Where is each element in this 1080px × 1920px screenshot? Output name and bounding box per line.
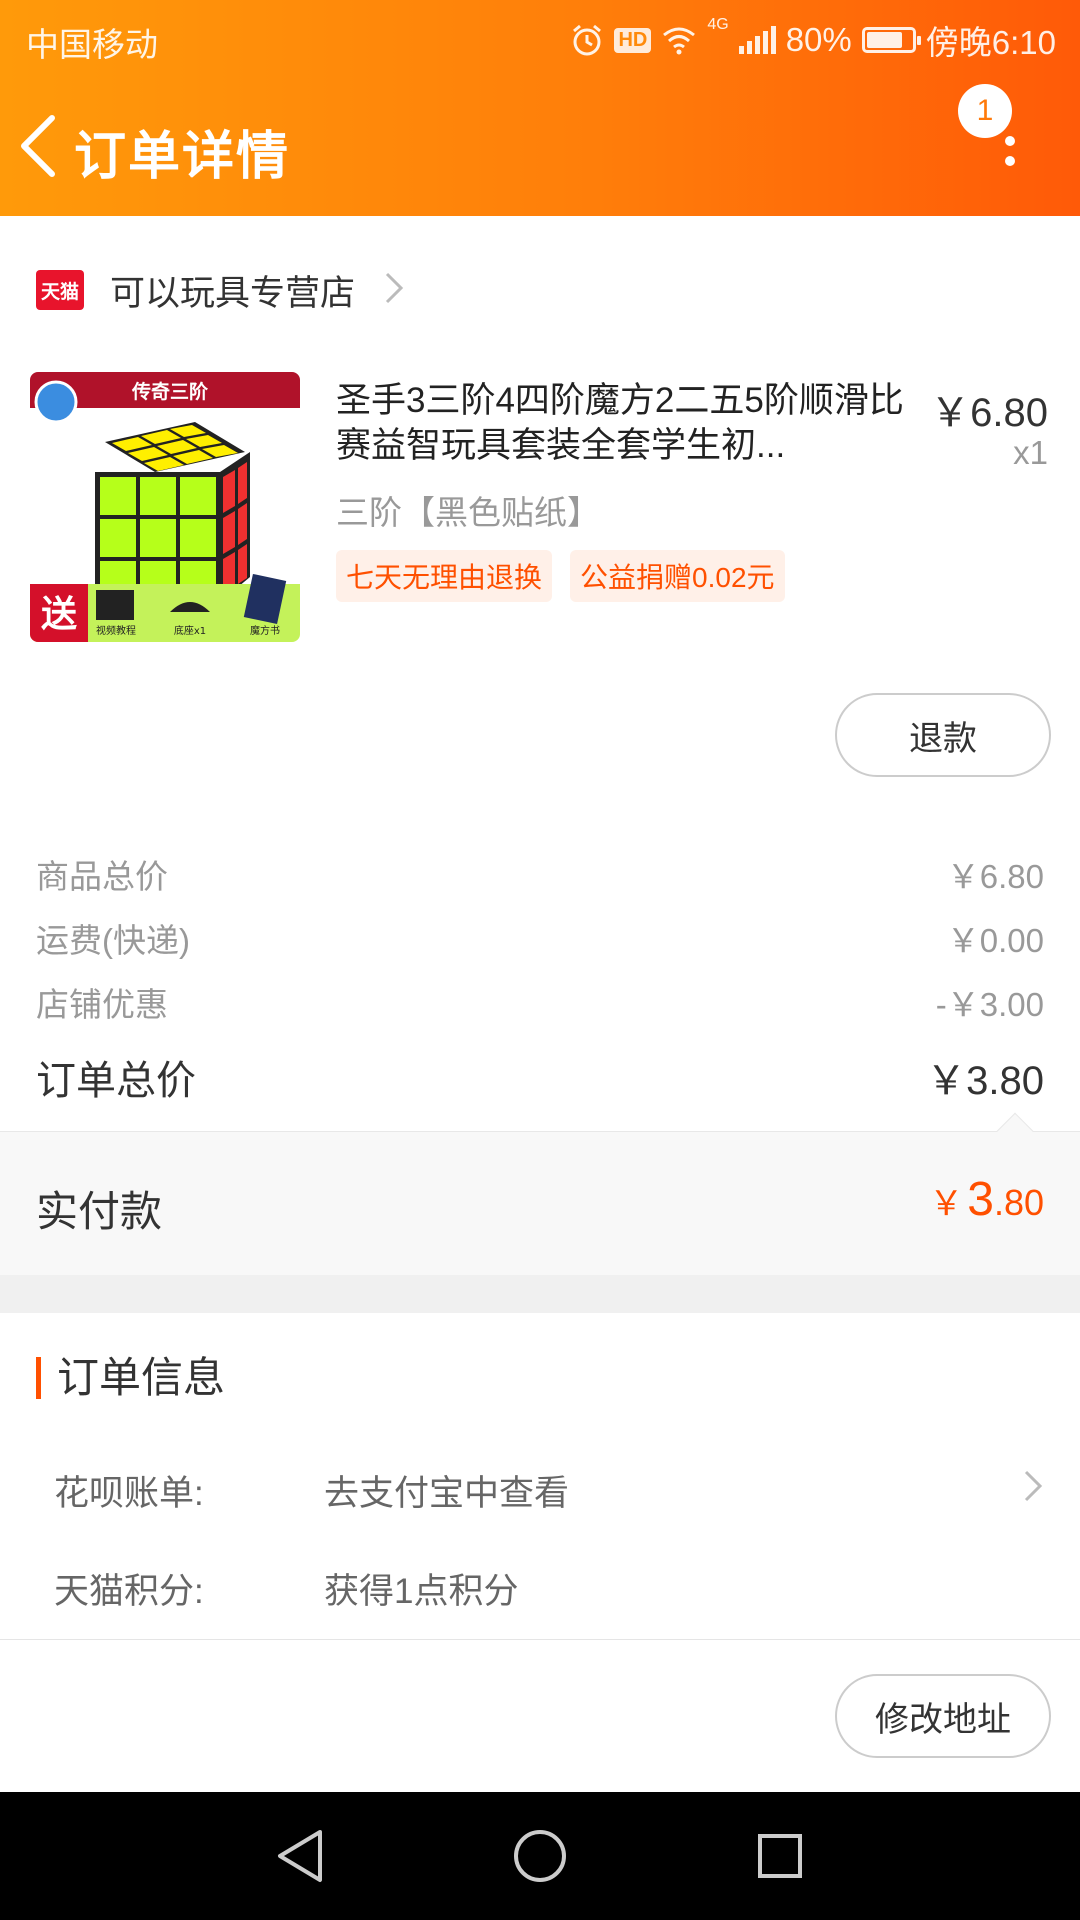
battery-percent: 80% — [785, 21, 852, 58]
product-price: ￥6.80 — [930, 391, 1048, 435]
paid-decimal: .80 — [993, 1182, 1044, 1223]
paid-integer: 3 — [967, 1173, 994, 1226]
chevron-right-icon — [1022, 1468, 1044, 1513]
back-arrow-icon — [21, 115, 55, 177]
shipping-row: 运费(快递) ￥0.00 — [36, 914, 1044, 962]
goods-total-row: 商品总价 ￥6.80 — [36, 850, 1044, 898]
paid-currency: ￥ — [929, 1185, 964, 1223]
network-type: 4G — [707, 16, 729, 33]
gift-item-video: 视频教程 — [96, 624, 136, 637]
back-button[interactable] — [14, 110, 66, 182]
caret-up-icon — [996, 1112, 1034, 1150]
circle-home-icon — [514, 1830, 566, 1882]
paid-label: 实付款 — [36, 1188, 163, 1235]
product-image[interactable]: 传奇三阶 送 视频教程 底座x1 魔方书 — [30, 372, 300, 642]
nav-recents-button[interactable] — [748, 1824, 812, 1888]
shipping-value: ￥0.00 — [946, 922, 1044, 959]
page-title: 订单详情 — [74, 128, 291, 186]
triangle-back-icon — [278, 1830, 322, 1882]
product-title[interactable]: 圣手3三阶4四阶魔方2二五5阶顺滑比赛益智玩具套装全套学生初... — [336, 378, 916, 468]
points-label: 天猫积分: — [54, 1572, 204, 1611]
modify-address-button[interactable]: 修改地址 — [835, 1674, 1051, 1758]
discount-row: 店铺优惠 -￥3.00 — [36, 978, 1044, 1026]
battery-icon — [861, 27, 921, 53]
signal-icon — [738, 26, 776, 54]
huabei-row[interactable]: 花呗账单: 去支付宝中查看 — [54, 1465, 1044, 1516]
store-name: 可以玩具专营店 — [110, 273, 356, 313]
gift-badge-text: 送 — [41, 594, 77, 635]
wifi-icon — [661, 25, 697, 55]
order-info-title: 订单信息 — [36, 1357, 225, 1399]
paid-section: 实付款 ￥ 3 .80 — [0, 1112, 1080, 1275]
nav-home-button[interactable] — [508, 1824, 572, 1888]
carrier-name: 中国移动 — [26, 26, 158, 63]
notification-badge: 1 — [958, 84, 1012, 138]
divider — [0, 1639, 1080, 1640]
points-row: 天猫积分: 获得1点积分 — [54, 1563, 1044, 1614]
more-menu-button[interactable]: 1 — [958, 84, 1040, 186]
order-total-label: 订单总价 — [36, 1059, 196, 1103]
service-tags: 七天无理由退换 公益捐赠0.02元 — [336, 550, 785, 602]
goods-total-label: 商品总价 — [36, 858, 168, 895]
status-icons: HD 4G 80% 傍晚6:10 — [570, 16, 1056, 64]
tag-charity: 公益捐赠0.02元 — [570, 550, 785, 602]
status-bar: 中国移动 HD 4G 80% 傍晚6:10 — [0, 0, 1080, 74]
gift-item-stand: 底座x1 — [174, 624, 206, 637]
order-total-row: 订单总价 ￥3.80 — [36, 1048, 1044, 1106]
paid-amount: ￥ 3 .80 — [929, 1172, 1044, 1227]
more-dots-icon — [1005, 136, 1015, 146]
system-nav-bar — [0, 1792, 1080, 1920]
refund-button[interactable]: 退款 — [835, 693, 1051, 777]
gift-item-book: 魔方书 — [250, 624, 280, 637]
discount-label: 店铺优惠 — [36, 986, 168, 1023]
discount-value: -￥3.00 — [935, 986, 1044, 1023]
square-recents-icon — [758, 1834, 802, 1878]
points-value: 获得1点积分 — [324, 1572, 519, 1611]
huabei-value: 去支付宝中查看 — [324, 1474, 570, 1513]
section-gap — [0, 1275, 1080, 1313]
hd-icon: HD — [614, 27, 652, 53]
chevron-right-icon — [383, 270, 405, 311]
image-banner-text: 传奇三阶 — [131, 380, 209, 403]
shipping-label: 运费(快递) — [36, 922, 190, 959]
brand-emblem-icon — [34, 380, 78, 424]
huabei-label: 花呗账单: — [54, 1474, 204, 1513]
product-quantity: x1 — [1013, 434, 1048, 471]
more-dot — [1005, 156, 1015, 166]
tmall-logo: 天猫 — [36, 270, 84, 310]
nav-back-button[interactable] — [268, 1824, 332, 1888]
store-row[interactable]: 天猫 可以玩具专营店 — [0, 250, 1080, 330]
order-total-value: ￥3.80 — [926, 1059, 1044, 1103]
title-bar: 订单详情 1 — [0, 84, 1080, 196]
goods-total-value: ￥6.80 — [946, 858, 1044, 895]
tag-return-policy: 七天无理由退换 — [336, 550, 553, 602]
alarm-icon — [570, 23, 604, 57]
battery-fill — [866, 32, 902, 48]
clock: 傍晚6:10 — [925, 24, 1056, 61]
video-icon — [96, 590, 134, 620]
product-sku: 三阶【黑色贴纸】 — [336, 494, 600, 531]
app-header: 中国移动 HD 4G 80% 傍晚6:10 订单详情 1 — [0, 0, 1080, 216]
